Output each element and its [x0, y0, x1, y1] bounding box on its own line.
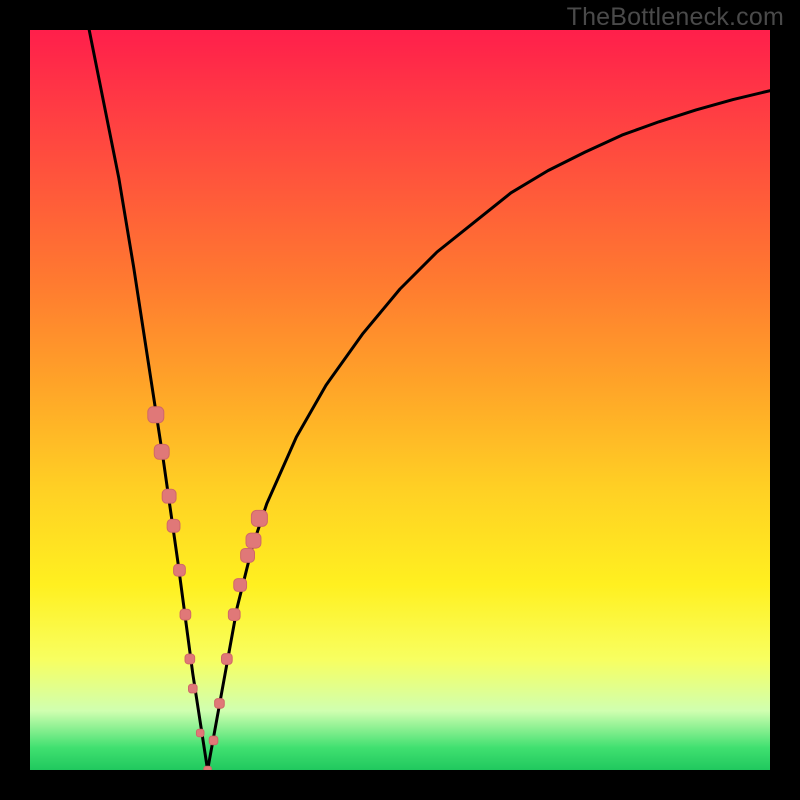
- data-marker: [228, 609, 240, 621]
- data-marker: [209, 736, 218, 745]
- data-marker: [241, 548, 255, 562]
- data-marker: [234, 579, 247, 592]
- data-marker: [162, 489, 176, 503]
- data-marker: [204, 766, 212, 770]
- data-marker: [154, 444, 169, 459]
- data-marker: [221, 654, 232, 665]
- data-marker: [185, 654, 195, 664]
- data-marker: [148, 407, 164, 423]
- data-marker: [167, 519, 180, 532]
- data-marker: [196, 729, 204, 737]
- data-marker: [215, 699, 225, 709]
- data-marker: [251, 510, 267, 526]
- data-marker: [174, 564, 186, 576]
- bottleneck-chart-svg: [30, 30, 770, 770]
- data-marker: [189, 684, 198, 693]
- chart-plot-area: [30, 30, 770, 770]
- watermark-text: TheBottleneck.com: [567, 3, 784, 32]
- data-marker: [180, 609, 191, 620]
- data-marker: [246, 533, 261, 548]
